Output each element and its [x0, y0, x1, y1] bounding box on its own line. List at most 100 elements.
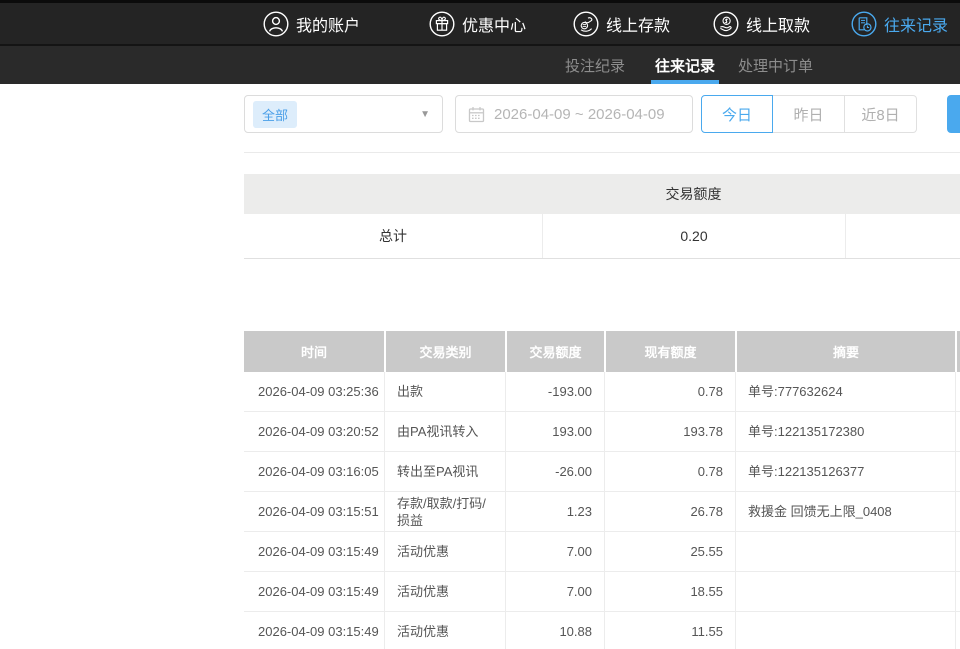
cell-extra [955, 612, 960, 649]
cell-balance: 11.55 [604, 612, 735, 649]
cell-extra [955, 492, 960, 531]
cell-type: 活动优惠 [384, 612, 505, 649]
nav-online-withdraw[interactable]: 线上取款 [713, 3, 810, 44]
cell-time: 2026-04-09 03:15:49 [244, 572, 384, 611]
table-row: 2026-04-09 03:15:51 存款/取款/打码/损益 1.23 26.… [244, 492, 960, 532]
cell-summary: 单号:122135126377 [735, 452, 955, 491]
table-row: 2026-04-09 03:15:49 活动优惠 7.00 18.55 [244, 572, 960, 612]
yesterday-button[interactable]: 昨日 [773, 95, 845, 133]
cell-time: 2026-04-09 03:15:49 [244, 532, 384, 571]
cell-balance: 25.55 [604, 532, 735, 571]
cell-summary: 单号:122135172380 [735, 412, 955, 451]
cell-summary: 单号:777632624 [735, 372, 955, 411]
cell-balance: 26.78 [604, 492, 735, 531]
search-button[interactable] [947, 95, 960, 133]
table-row: 2026-04-09 03:15:49 活动优惠 7.00 25.55 [244, 532, 960, 572]
cell-time: 2026-04-09 03:15:49 [244, 612, 384, 649]
cell-extra [955, 532, 960, 571]
nav-label: 线上取款 [746, 12, 810, 36]
header-extra [955, 331, 960, 372]
cell-type: 活动优惠 [384, 572, 505, 611]
summary-total-value: 0.20 [542, 214, 845, 258]
cell-type: 由PA视讯转入 [384, 412, 505, 451]
quick-date-buttons: 今日 昨日 近8日 [701, 95, 917, 133]
tab-bet-records[interactable]: 投注纪录 [565, 46, 625, 84]
cell-time: 2026-04-09 03:16:05 [244, 452, 384, 491]
summary-total-label: 总计 [244, 226, 542, 246]
transaction-records-page: 我的账户 优惠中心 线上存款 [0, 0, 960, 649]
cell-extra [955, 372, 960, 411]
date-range-value: 2026-04-09 ~ 2026-04-09 [494, 106, 665, 123]
cell-balance: 18.55 [604, 572, 735, 611]
table-row: 2026-04-09 03:20:52 由PA视讯转入 193.00 193.7… [244, 412, 960, 452]
button-label: 昨日 [793, 104, 823, 125]
type-select[interactable]: 全部 ▼ [244, 95, 443, 133]
cell-time: 2026-04-09 03:15:51 [244, 492, 384, 531]
button-label: 今日 [722, 104, 752, 125]
records-tab-bar: 投注纪录 往来记录 处理中订单 [0, 46, 960, 84]
header-summary: 摘要 [735, 331, 955, 372]
cell-amount: 1.23 [505, 492, 604, 531]
top-navigation: 我的账户 优惠中心 线上存款 [0, 0, 960, 46]
cell-amount: 7.00 [505, 572, 604, 611]
cell-balance: 0.78 [604, 452, 735, 491]
selected-type-chip: 全部 [253, 101, 297, 128]
deposit-icon [573, 11, 599, 37]
nav-label: 线上存款 [606, 12, 670, 36]
button-label: 近8日 [861, 104, 899, 125]
summary-total-row: 总计 0.20 [244, 214, 960, 259]
nav-promo-center[interactable]: 优惠中心 [429, 3, 526, 44]
nav-label: 往来记录 [884, 12, 948, 36]
tab-transaction-records[interactable]: 往来记录 [655, 46, 715, 84]
chevron-down-icon: ▼ [420, 109, 430, 120]
summary-empty-cell [845, 214, 960, 258]
gift-icon [429, 11, 455, 37]
nav-online-deposit[interactable]: 线上存款 [573, 3, 670, 44]
header-amount: 交易额度 [505, 331, 604, 372]
cell-type: 出款 [384, 372, 505, 411]
cell-extra [955, 412, 960, 451]
cell-type: 存款/取款/打码/损益 [384, 492, 505, 531]
cell-extra [955, 452, 960, 491]
last-8-days-button[interactable]: 近8日 [845, 95, 917, 133]
table-header-row: 时间 交易类别 交易额度 现有额度 摘要 [244, 331, 960, 372]
cell-amount: 10.88 [505, 612, 604, 649]
cell-type: 活动优惠 [384, 532, 505, 571]
tab-label: 处理中订单 [738, 55, 813, 76]
nav-label: 我的账户 [296, 12, 360, 36]
cell-summary [735, 572, 955, 611]
summary-header-row: 交易额度 [244, 174, 960, 214]
withdraw-icon [713, 11, 739, 37]
nav-my-account[interactable]: 我的账户 [263, 3, 360, 44]
cell-time: 2026-04-09 03:25:36 [244, 372, 384, 411]
filter-divider [244, 152, 960, 153]
table-row: 2026-04-09 03:15:49 活动优惠 10.88 11.55 [244, 612, 960, 649]
today-button[interactable]: 今日 [701, 95, 773, 133]
cell-time: 2026-04-09 03:20:52 [244, 412, 384, 451]
transactions-table: 时间 交易类别 交易额度 现有额度 摘要 2026-04-09 03:25:36… [244, 331, 960, 649]
cell-summary: 救援金 回馈无上限_0408 [735, 492, 955, 531]
header-type: 交易类别 [384, 331, 505, 372]
date-range-input[interactable]: 2026-04-09 ~ 2026-04-09 [455, 95, 693, 133]
header-balance: 现有额度 [604, 331, 735, 372]
account-icon [263, 11, 289, 37]
tab-processing-orders[interactable]: 处理中订单 [738, 46, 813, 84]
cell-amount: 193.00 [505, 412, 604, 451]
tab-label: 投注纪录 [565, 55, 625, 76]
cell-balance: 0.78 [604, 372, 735, 411]
cell-balance: 193.78 [604, 412, 735, 451]
table-row: 2026-04-09 03:16:05 转出至PA视讯 -26.00 0.78 … [244, 452, 960, 492]
summary-header-amount: 交易额度 [542, 184, 845, 204]
cell-amount: 7.00 [505, 532, 604, 571]
cell-amount: -193.00 [505, 372, 604, 411]
nav-transaction-records[interactable]: 往来记录 [851, 3, 948, 44]
records-icon [851, 11, 877, 37]
table-row: 2026-04-09 03:25:36 出款 -193.00 0.78 单号:7… [244, 372, 960, 412]
cell-amount: -26.00 [505, 452, 604, 491]
header-time: 时间 [244, 331, 384, 372]
tab-label: 往来记录 [655, 55, 715, 76]
cell-summary [735, 612, 955, 649]
cell-extra [955, 572, 960, 611]
summary-table: 交易额度 总计 0.20 [244, 174, 960, 259]
calendar-icon [468, 106, 485, 123]
